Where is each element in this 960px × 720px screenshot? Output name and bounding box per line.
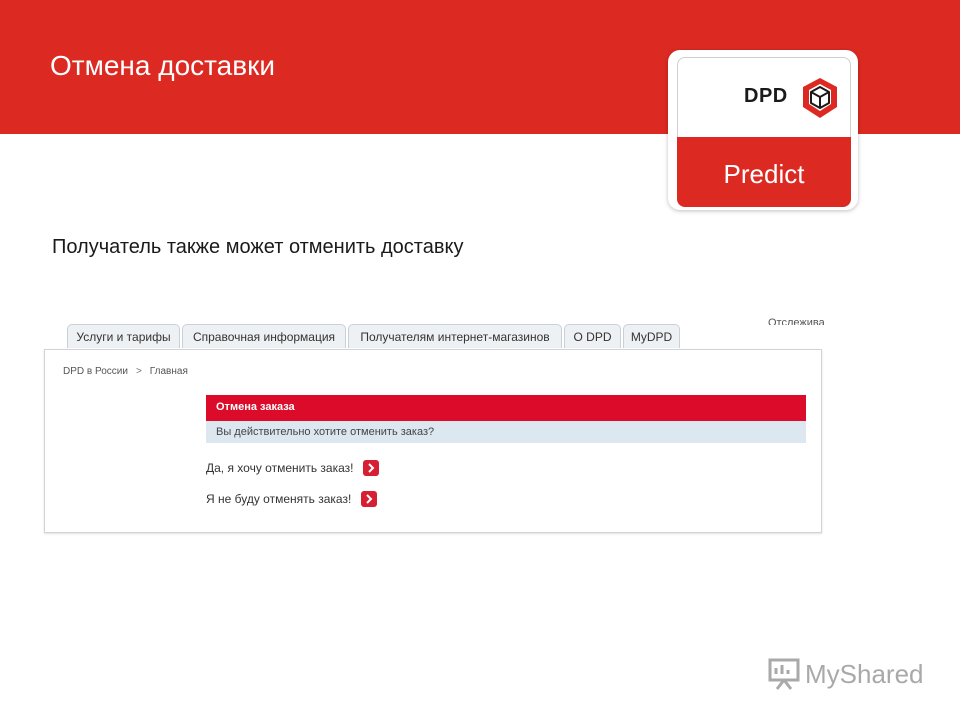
breadcrumb: DPD в России > Главная [63, 366, 188, 377]
watermark-text: MyShared [805, 659, 924, 689]
decline-cancel-link[interactable]: Я не буду отменять заказ! [206, 490, 378, 508]
presentation-icon [768, 658, 800, 690]
confirm-cancel-label[interactable]: Да, я хочу отменить заказ! [206, 461, 353, 475]
dpd-predict-logo: DPD Predict [668, 50, 858, 210]
tab-recipients[interactable]: Получателям интернет-магазинов [348, 324, 562, 348]
logo-bottom: Predict [677, 137, 851, 207]
cancel-order-header: Отмена заказа [206, 395, 806, 421]
predict-label: Predict [723, 159, 805, 189]
arrow-right-icon[interactable] [361, 490, 378, 507]
slide-subtitle: Получатель также может отменить доставку [52, 236, 464, 258]
breadcrumb-item-dpd-russia[interactable]: DPD в России [63, 366, 128, 377]
confirm-cancel-link[interactable]: Да, я хочу отменить заказ! [206, 459, 380, 477]
cancel-order-question: Вы действительно хотите отменить заказ? [206, 421, 806, 443]
tab-services[interactable]: Услуги и тарифы [67, 324, 180, 348]
breadcrumb-separator: > [135, 366, 142, 377]
content-panel: DPD в России > Главная Отмена заказа Вы де… [44, 349, 822, 533]
tab-about[interactable]: О DPD [564, 324, 621, 348]
tab-mydpd[interactable]: MyDPD [623, 324, 680, 348]
breadcrumb-item-home[interactable]: Главная [150, 366, 188, 377]
dpd-wordmark: DPD [744, 85, 788, 107]
cut-off-link[interactable]: Отслежива [768, 312, 824, 325]
cube-logo-icon [803, 78, 837, 118]
tab-reference[interactable]: Справочная информация [182, 324, 346, 348]
slide-title: Отмена доставки [50, 50, 275, 81]
logo-top: DPD [677, 57, 851, 138]
arrow-right-icon[interactable] [363, 459, 380, 476]
decline-cancel-label[interactable]: Я не буду отменять заказ! [206, 492, 351, 506]
